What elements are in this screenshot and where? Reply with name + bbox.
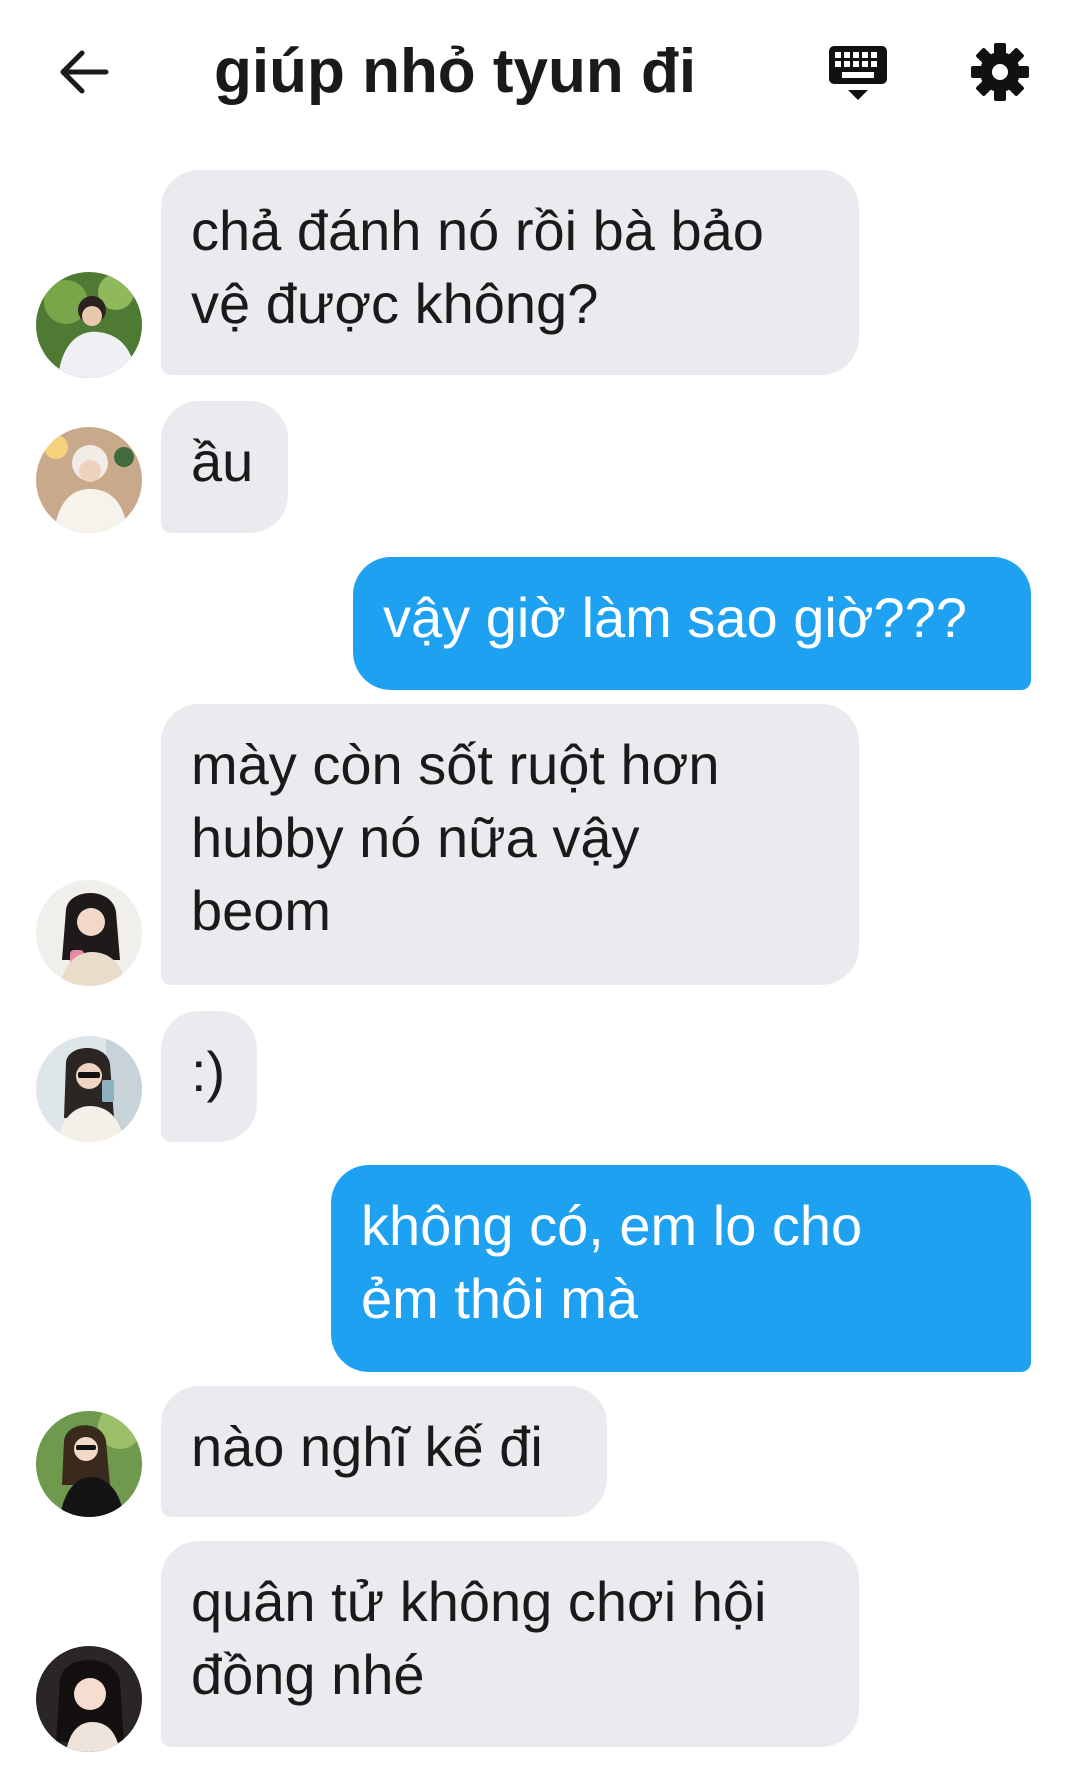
message-bubble[interactable]: chả đánh nó rồi bà bảo vệ được không?	[161, 170, 859, 375]
arrow-left-icon	[60, 50, 109, 94]
avatar[interactable]	[36, 272, 142, 378]
message-bubble[interactable]: :)	[161, 1011, 257, 1142]
keyboard-icon	[829, 46, 887, 100]
back-button[interactable]	[52, 40, 116, 104]
avatar[interactable]	[36, 1036, 142, 1142]
message-bubble[interactable]: quân tử không chơi hội đồng nhé	[161, 1541, 859, 1747]
message-bubble[interactable]: mày còn sốt ruột hơn hubby nó nữa vậy be…	[161, 704, 859, 985]
avatar[interactable]	[36, 1646, 142, 1752]
message-bubble[interactable]: ầu	[161, 401, 288, 533]
message-bubble[interactable]: không có, em lo cho ẻm thôi mà	[331, 1165, 1031, 1372]
avatar[interactable]	[36, 880, 142, 986]
gear-icon	[971, 43, 1029, 101]
avatar[interactable]	[36, 427, 142, 533]
chat-header: giúp nhỏ tyun đi	[0, 0, 1066, 150]
avatar[interactable]	[36, 1411, 142, 1517]
keyboard-button[interactable]	[822, 38, 894, 110]
message-bubble[interactable]: nào nghĩ kế đi	[161, 1386, 607, 1517]
settings-button[interactable]	[964, 36, 1036, 108]
message-bubble[interactable]: vậy giờ làm sao giờ???	[353, 557, 1031, 690]
chat-title: giúp nhỏ tyun đi	[214, 37, 697, 106]
